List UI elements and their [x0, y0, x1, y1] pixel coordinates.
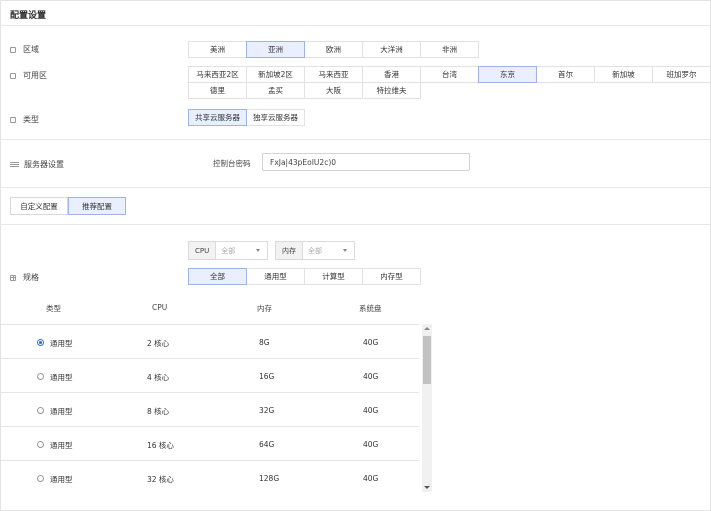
table-row[interactable]: 通用型 32 核心 128G 40G — [1, 460, 419, 494]
table-header-type: 类型 — [46, 304, 61, 313]
cell-memory: 64G — [259, 440, 275, 449]
row-radio[interactable] — [37, 339, 44, 346]
chevron-down-icon — [343, 249, 347, 252]
config-panel: 配置设置 区域 美洲 亚洲 欧洲 大洋洲 非洲 可用区 马来西亚2区 新加坡2区 马来西亚香… — [0, 0, 711, 511]
table-header-disk: 系统盘 — [359, 304, 382, 313]
table-row[interactable]: 通用型 16 核心 64G 40G — [1, 426, 419, 460]
spec-category-option[interactable]: 内存型 — [362, 268, 421, 285]
table-row[interactable]: 通用型 4 核心 16G 40G — [1, 358, 419, 392]
table-header-memory: 内存 — [257, 304, 272, 313]
table-scrollbar[interactable] — [422, 324, 432, 492]
cell-type: 通用型 — [50, 373, 73, 382]
row-radio[interactable] — [37, 407, 44, 414]
spec-category-option[interactable]: 计算型 — [304, 268, 363, 285]
spec-category-options: 全部 通用型 计算型 内存型 — [188, 268, 421, 285]
server-label: 服务器设置 — [24, 160, 64, 169]
table-header-cpu: CPU — [152, 303, 168, 312]
cell-disk: 40G — [363, 338, 379, 347]
scroll-down-icon[interactable] — [424, 486, 430, 489]
spec-category-option[interactable]: 通用型 — [246, 268, 305, 285]
zone-option[interactable]: 马来西亚2区 — [188, 66, 247, 83]
grid-icon — [10, 274, 16, 281]
console-password-input[interactable] — [262, 153, 470, 171]
zone-option[interactable]: 新加坡2区 — [246, 66, 305, 83]
page-title: 配置设置 — [10, 11, 47, 21]
divider — [1, 139, 710, 140]
spec-row-label: 规格 — [10, 272, 39, 283]
cell-memory: 128G — [259, 474, 280, 483]
cell-type: 通用型 — [50, 407, 73, 416]
cell-memory: 32G — [259, 406, 275, 415]
zone-option[interactable]: 马来西亚 — [304, 66, 363, 83]
square-icon — [10, 116, 16, 123]
zone-option[interactable]: 大阪 — [304, 82, 363, 99]
table-row[interactable]: 通用型 2 核心 8G 40G — [1, 324, 419, 358]
chevron-down-icon — [256, 249, 260, 252]
cell-disk: 40G — [363, 372, 379, 381]
server-row-label: 服务器设置 — [10, 159, 64, 170]
square-icon — [10, 72, 16, 79]
cell-memory: 16G — [259, 372, 275, 381]
scroll-up-icon[interactable] — [424, 327, 430, 330]
cpu-filter-select[interactable]: CPU 全部 — [188, 241, 268, 260]
region-option[interactable]: 亚洲 — [246, 41, 305, 58]
row-radio[interactable] — [37, 475, 44, 482]
cell-cpu: 2 核心 — [147, 339, 170, 348]
zone-option[interactable]: 香港 — [362, 66, 421, 83]
zone-row-label: 可用区 — [10, 70, 47, 81]
type-row-label: 类型 — [10, 114, 39, 125]
zone-option[interactable]: 特拉维夫 — [362, 82, 421, 99]
cell-memory: 8G — [259, 338, 270, 347]
tab-custom-config[interactable]: 自定义配置 — [10, 197, 68, 215]
zone-option[interactable]: 班加罗尔 — [652, 66, 711, 83]
region-option[interactable]: 欧洲 — [304, 41, 363, 58]
row-radio[interactable] — [37, 441, 44, 448]
region-option[interactable]: 非洲 — [420, 41, 479, 58]
row-radio[interactable] — [37, 373, 44, 380]
cell-disk: 40G — [363, 440, 379, 449]
cpu-filter-value: 全部 — [221, 246, 236, 255]
region-label: 区域 — [23, 45, 39, 54]
cell-type: 通用型 — [50, 339, 73, 348]
zone-option[interactable]: 新加坡 — [594, 66, 653, 83]
zone-label: 可用区 — [23, 71, 47, 80]
square-icon — [10, 46, 16, 53]
zone-option[interactable]: 东京 — [478, 66, 537, 83]
cell-cpu: 8 核心 — [147, 407, 170, 416]
cell-cpu: 16 核心 — [147, 441, 174, 450]
cpu-filter-label: CPU — [189, 242, 217, 259]
memory-filter-value: 全部 — [308, 246, 322, 255]
zone-options: 马来西亚2区 新加坡2区 马来西亚 香港 台湾 东京 首尔 新加坡 班加罗尔德里 孟买 大阪 特拉维夫 — [188, 66, 711, 99]
scroll-thumb[interactable] — [423, 336, 431, 384]
zone-option[interactable]: 台湾 — [420, 66, 479, 83]
cell-disk: 40G — [363, 406, 379, 415]
type-option[interactable]: 独享云服务器 — [246, 109, 305, 126]
cell-cpu: 32 核心 — [147, 475, 174, 484]
zone-option[interactable]: 首尔 — [536, 66, 595, 83]
type-options: 共享云服务器 独享云服务器 — [188, 109, 305, 126]
type-label: 类型 — [23, 115, 39, 124]
divider — [1, 187, 710, 188]
cell-cpu: 4 核心 — [147, 373, 170, 382]
spec-label: 规格 — [23, 273, 39, 282]
divider — [1, 224, 710, 225]
memory-filter-select[interactable]: 内存 全部 — [275, 241, 355, 260]
region-option[interactable]: 美洲 — [188, 41, 247, 58]
cell-type: 通用型 — [50, 441, 73, 450]
cell-disk: 40G — [363, 474, 379, 483]
table-row[interactable]: 通用型 8 核心 32G 40G — [1, 392, 419, 426]
divider — [1, 25, 710, 26]
region-row-label: 区域 — [10, 44, 39, 55]
type-option[interactable]: 共享云服务器 — [188, 109, 247, 126]
server-icon — [10, 161, 19, 168]
zone-option[interactable]: 德里 — [188, 82, 247, 99]
zone-option[interactable]: 孟买 — [246, 82, 305, 99]
console-password-label: 控制台密码 — [213, 159, 251, 168]
memory-filter-label: 内存 — [276, 242, 303, 259]
region-option[interactable]: 大洋洲 — [362, 41, 421, 58]
region-options: 美洲 亚洲 欧洲 大洋洲 非洲 — [188, 41, 479, 58]
cell-type: 通用型 — [50, 475, 73, 484]
tab-recommended-config[interactable]: 推荐配置 — [68, 197, 126, 215]
spec-category-option[interactable]: 全部 — [188, 268, 247, 285]
